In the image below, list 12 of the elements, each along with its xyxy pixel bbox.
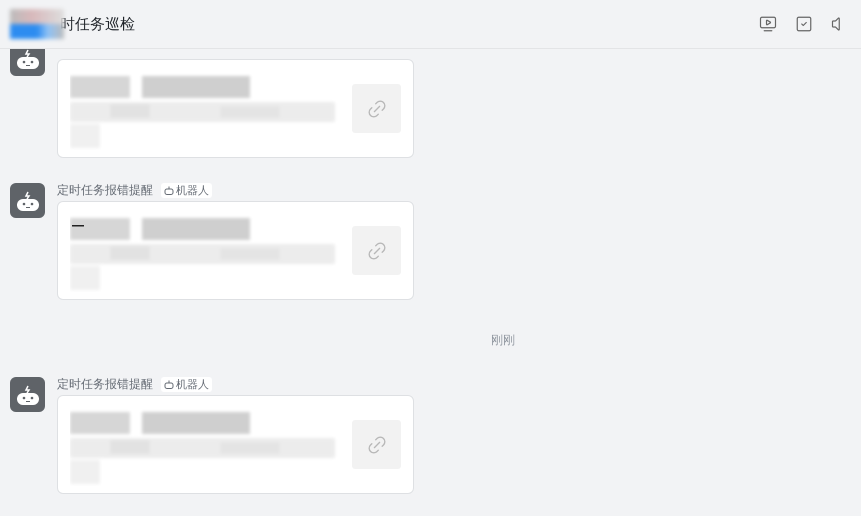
sender-name: 定时任务报错提醒 bbox=[57, 376, 153, 392]
sender-name: 定时任务报错提醒 bbox=[57, 182, 153, 198]
timestamp: 刚刚 bbox=[491, 332, 515, 349]
checkbox-icon[interactable] bbox=[795, 15, 813, 33]
tv-play-icon[interactable] bbox=[759, 15, 777, 33]
tag-label: 机器人 bbox=[176, 378, 209, 392]
chat-title: 时任务巡检 bbox=[60, 14, 136, 34]
robot-icon bbox=[164, 186, 174, 194]
tag-label: 机器人 bbox=[176, 184, 209, 198]
robot-icon bbox=[16, 190, 40, 210]
robot-icon bbox=[164, 380, 174, 388]
robot-icon bbox=[16, 384, 40, 404]
